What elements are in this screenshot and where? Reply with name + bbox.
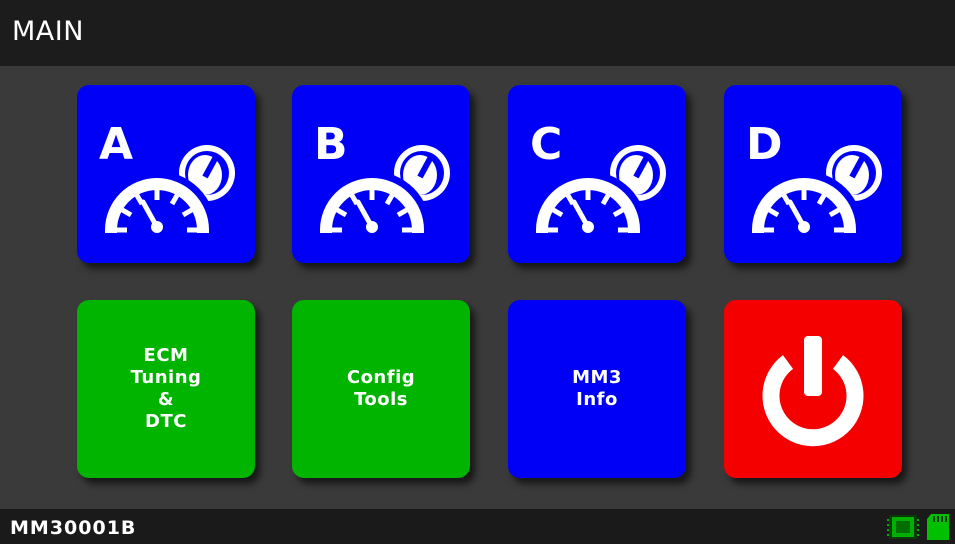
dash-d-button[interactable]: D: [724, 85, 902, 263]
tile-label: Config Tools: [346, 367, 416, 410]
gauge-icon: [313, 145, 450, 233]
page-title: MAIN: [12, 16, 84, 47]
status-bar: MM30001B: [0, 509, 955, 544]
tile-label: ECM Tuning & DTC: [130, 345, 202, 432]
dash-b-button[interactable]: B: [292, 85, 470, 263]
dash-c-button[interactable]: C: [508, 85, 686, 263]
ecm-tuning-dtc-button[interactable]: ECM Tuning & DTC: [77, 300, 255, 478]
config-tools-button[interactable]: Config Tools: [292, 300, 470, 478]
power-icon: [762, 336, 864, 447]
main-screen: MAIN A B C D ECM Tuning & DTC Config Too…: [0, 0, 955, 544]
chip-icon: [887, 515, 919, 539]
power-button[interactable]: [724, 300, 902, 478]
dash-a-button[interactable]: A: [77, 85, 255, 263]
gauge-icon: [745, 145, 882, 233]
tile-label: MM3 Info: [572, 367, 622, 410]
gauge-icon: [98, 145, 235, 233]
sd-card-icon: [927, 514, 949, 540]
gauge-icon: [529, 145, 666, 233]
device-id-label: MM30001B: [10, 517, 137, 539]
mm3-info-button[interactable]: MM3 Info: [508, 300, 686, 478]
title-bar: MAIN: [0, 0, 955, 66]
